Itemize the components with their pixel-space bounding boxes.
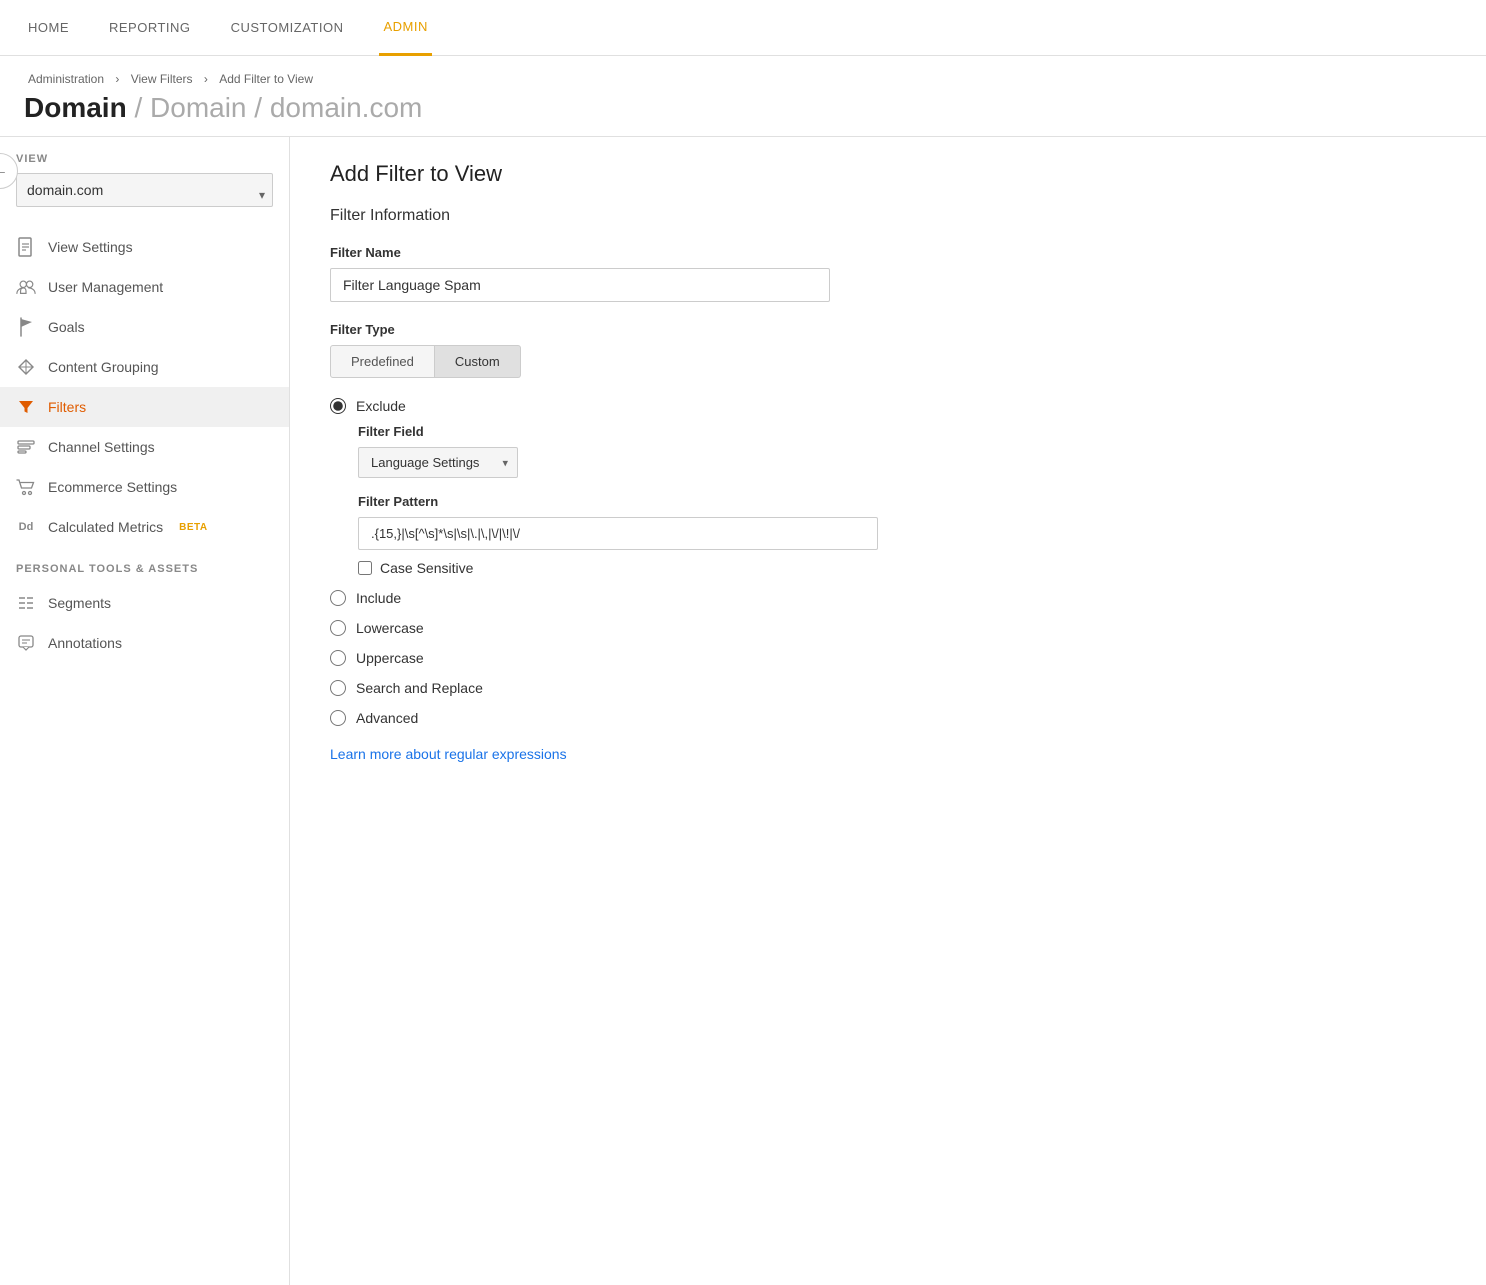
breadcrumb-sep-2: ›	[204, 72, 208, 86]
nav-item-home[interactable]: HOME	[24, 0, 73, 56]
case-sensitive-checkbox[interactable]	[358, 561, 372, 575]
search-replace-radio[interactable]	[330, 680, 346, 696]
content-title: Add Filter to View	[330, 161, 1446, 187]
case-sensitive-label: Case Sensitive	[380, 560, 473, 576]
exclude-section: Filter Field Language Settings ▾ Filter …	[358, 424, 1446, 576]
advanced-label: Advanced	[356, 710, 418, 726]
filter-pattern-group: Filter Pattern	[358, 494, 1446, 550]
page-title: Domain / Domain / domain.com	[24, 92, 1462, 124]
beta-badge: BETA	[179, 522, 207, 533]
filter-options-group: Exclude Filter Field Language Settings ▾…	[330, 398, 1446, 726]
lowercase-label: Lowercase	[356, 620, 424, 636]
sidebar-item-annotations[interactable]: Annotations	[0, 623, 289, 663]
calculated-metrics-icon: Dd	[16, 517, 36, 537]
main-layout: ← VIEW domain.com ▾ View Settings User M…	[0, 137, 1486, 1285]
search-replace-label: Search and Replace	[356, 680, 483, 696]
sidebar-label-filters: Filters	[48, 399, 86, 415]
section-heading: Filter Information	[330, 207, 1446, 229]
exclude-radio-option[interactable]: Exclude	[330, 398, 1446, 414]
sidebar-label-user-management: User Management	[48, 279, 163, 295]
advanced-radio-option[interactable]: Advanced	[330, 710, 1446, 726]
learn-more-link[interactable]: Learn more about regular expressions	[330, 746, 567, 762]
filter-pattern-input[interactable]	[358, 517, 878, 550]
top-navigation: HOME REPORTING CUSTOMIZATION ADMIN	[0, 0, 1486, 56]
filter-name-input[interactable]	[330, 268, 830, 302]
page-title-domain: Domain	[24, 92, 127, 123]
sidebar-label-goals: Goals	[48, 319, 85, 335]
lowercase-radio-option[interactable]: Lowercase	[330, 620, 1446, 636]
sidebar-item-content-grouping[interactable]: Content Grouping	[0, 347, 289, 387]
sidebar-label-segments: Segments	[48, 595, 111, 611]
sidebar-label-calculated-metrics: Calculated Metrics	[48, 519, 163, 535]
exclude-radio[interactable]	[330, 398, 346, 414]
sidebar-item-filters[interactable]: Filters	[0, 387, 289, 427]
filter-name-group: Filter Name	[330, 245, 1446, 302]
uppercase-label: Uppercase	[356, 650, 424, 666]
include-label: Include	[356, 590, 401, 606]
sidebar-item-user-management[interactable]: User Management	[0, 267, 289, 307]
nav-item-reporting[interactable]: REPORTING	[105, 0, 195, 56]
users-icon	[16, 277, 36, 297]
include-radio[interactable]	[330, 590, 346, 606]
sidebar: ← VIEW domain.com ▾ View Settings User M…	[0, 137, 290, 1285]
nav-item-customization[interactable]: CUSTOMIZATION	[227, 0, 348, 56]
filter-field-label: Filter Field	[358, 424, 1446, 439]
search-replace-radio-option[interactable]: Search and Replace	[330, 680, 1446, 696]
view-select-wrapper: domain.com ▾	[0, 173, 289, 227]
sidebar-item-segments[interactable]: Segments	[0, 583, 289, 623]
field-select-wrapper: Language Settings ▾	[358, 447, 518, 478]
filter-field-select[interactable]: Language Settings	[358, 447, 518, 478]
annotations-icon	[16, 633, 36, 653]
predefined-button[interactable]: Predefined	[330, 345, 435, 378]
view-label: VIEW	[0, 153, 289, 173]
filter-name-label: Filter Name	[330, 245, 1446, 260]
content-area: Add Filter to View Filter Information Fi…	[290, 137, 1486, 1285]
sidebar-label-view-settings: View Settings	[48, 239, 133, 255]
breadcrumb-view-filters[interactable]: View Filters	[131, 72, 193, 86]
uppercase-radio-option[interactable]: Uppercase	[330, 650, 1446, 666]
breadcrumb: Administration › View Filters › Add Filt…	[24, 72, 1462, 86]
filter-pattern-label: Filter Pattern	[358, 494, 1446, 509]
exclude-option-wrapper: Exclude Filter Field Language Settings ▾…	[330, 398, 1446, 576]
doc-icon	[16, 237, 36, 257]
content-grouping-icon	[16, 357, 36, 377]
filter-type-label: Filter Type	[330, 322, 1446, 337]
flag-icon	[16, 317, 36, 337]
sidebar-label-annotations: Annotations	[48, 635, 122, 651]
sidebar-item-ecommerce-settings[interactable]: Ecommerce Settings	[0, 467, 289, 507]
include-radio-option[interactable]: Include	[330, 590, 1446, 606]
sidebar-label-channel-settings: Channel Settings	[48, 439, 155, 455]
lowercase-radio[interactable]	[330, 620, 346, 636]
exclude-label: Exclude	[356, 398, 406, 414]
sidebar-item-goals[interactable]: Goals	[0, 307, 289, 347]
sidebar-item-calculated-metrics[interactable]: Dd Calculated Metrics BETA	[0, 507, 289, 547]
filter-type-buttons: Predefined Custom	[330, 345, 1446, 378]
sidebar-label-content-grouping: Content Grouping	[48, 359, 159, 375]
header-area: Administration › View Filters › Add Filt…	[0, 56, 1486, 137]
custom-button[interactable]: Custom	[435, 345, 521, 378]
view-select[interactable]: domain.com	[16, 173, 273, 207]
breadcrumb-add-filter[interactable]: Add Filter to View	[219, 72, 313, 86]
sidebar-item-channel-settings[interactable]: Channel Settings	[0, 427, 289, 467]
sidebar-item-view-settings[interactable]: View Settings	[0, 227, 289, 267]
filter-icon	[16, 397, 36, 417]
uppercase-radio[interactable]	[330, 650, 346, 666]
breadcrumb-administration[interactable]: Administration	[28, 72, 104, 86]
nav-item-admin[interactable]: ADMIN	[379, 0, 431, 56]
breadcrumb-sep-1: ›	[115, 72, 119, 86]
page-title-subtitle: / Domain / domain.com	[127, 92, 423, 123]
channel-settings-icon	[16, 437, 36, 457]
ecommerce-icon	[16, 477, 36, 497]
filter-type-group: Filter Type Predefined Custom	[330, 322, 1446, 378]
sidebar-label-ecommerce-settings: Ecommerce Settings	[48, 479, 177, 495]
segments-icon	[16, 593, 36, 613]
personal-section-label: PERSONAL TOOLS & ASSETS	[0, 547, 289, 583]
case-sensitive-row: Case Sensitive	[358, 560, 1446, 576]
advanced-radio[interactable]	[330, 710, 346, 726]
